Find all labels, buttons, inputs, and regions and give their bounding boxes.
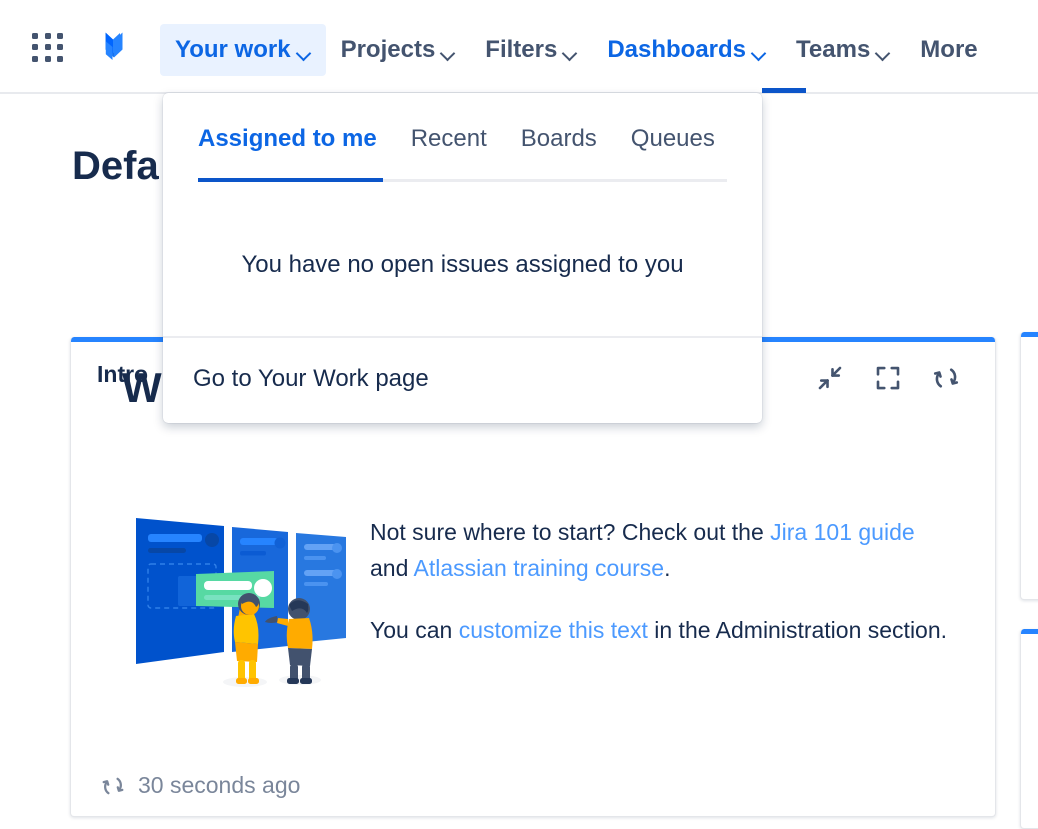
gadget-welcome-heading: W	[122, 364, 162, 412]
link-customize-this-text[interactable]: customize this text	[459, 617, 648, 643]
nav-item-label: Dashboards	[607, 36, 746, 64]
maximize-icon[interactable]	[873, 363, 903, 393]
chevron-down-icon	[442, 48, 455, 56]
intro-p1-suffix: .	[664, 555, 670, 581]
nav-item-your-work[interactable]: Your work	[160, 24, 326, 76]
nav-item-label: Projects	[341, 36, 436, 64]
gadget-right-top[interactable]	[1020, 332, 1038, 600]
intro-p1-prefix: Not sure where to start? Check out the	[370, 519, 770, 545]
top-navigation-bar: Your work Projects Filters Dashboards Te…	[0, 0, 1038, 94]
dropdown-divider	[163, 336, 762, 338]
nav-item-label: Teams	[796, 36, 870, 64]
dropdown-tabs: Assigned to me Recent Boards Queues	[198, 125, 727, 169]
chevron-down-icon	[298, 48, 311, 56]
your-work-dropdown-panel: Assigned to me Recent Boards Queues You …	[163, 93, 762, 423]
intro-p2-prefix: You can	[370, 617, 459, 643]
minimize-icon[interactable]	[815, 363, 845, 393]
tab-boards[interactable]: Boards	[521, 125, 597, 169]
nav-item-projects[interactable]: Projects	[326, 24, 471, 76]
refresh-icon[interactable]	[931, 363, 961, 393]
gadget-right-bottom[interactable]	[1020, 629, 1038, 829]
refresh-icon[interactable]	[100, 773, 126, 799]
nav-item-label: Filters	[485, 36, 557, 64]
chevron-down-icon	[877, 48, 890, 56]
nav-active-indicator	[762, 88, 806, 93]
nav-items: Your work Projects Filters Dashboards Te…	[160, 24, 993, 76]
gadget-intro-text: Not sure where to start? Check out the J…	[370, 514, 950, 674]
link-jira-101-guide[interactable]: Jira 101 guide	[770, 519, 915, 545]
jira-logo-icon[interactable]	[92, 29, 130, 67]
intro-paragraph-1: Not sure where to start? Check out the J…	[370, 514, 950, 586]
last-refresh-time: 30 seconds ago	[138, 772, 300, 799]
chevron-down-icon	[753, 48, 766, 56]
link-atlassian-training[interactable]: Atlassian training course	[414, 555, 665, 581]
nav-item-teams[interactable]: Teams	[781, 24, 905, 76]
dropdown-empty-message: You have no open issues assigned to you	[163, 251, 762, 279]
intro-p1-mid: and	[370, 555, 414, 581]
nav-item-filters[interactable]: Filters	[470, 24, 592, 76]
gadget-actions	[815, 363, 961, 393]
gadget-refresh-status: 30 seconds ago	[100, 772, 300, 799]
intro-p2-suffix: in the Administration section.	[648, 617, 947, 643]
chevron-down-icon	[564, 48, 577, 56]
page-title: Defa	[72, 144, 159, 189]
tabs-active-indicator	[198, 178, 383, 182]
nav-item-label: More	[920, 36, 977, 64]
nav-item-more[interactable]: More	[905, 24, 992, 76]
nav-item-dashboards[interactable]: Dashboards	[592, 24, 781, 76]
tab-recent[interactable]: Recent	[411, 125, 487, 169]
nav-item-label: Your work	[175, 36, 291, 64]
kanban-board-people-illustration	[132, 512, 350, 694]
intro-paragraph-2: You can customize this text in the Admin…	[370, 612, 950, 648]
tab-assigned-to-me[interactable]: Assigned to me	[198, 125, 377, 169]
tab-queues[interactable]: Queues	[631, 125, 715, 169]
go-to-your-work-link[interactable]: Go to Your Work page	[193, 365, 429, 393]
grid-apps-icon[interactable]	[32, 33, 66, 63]
